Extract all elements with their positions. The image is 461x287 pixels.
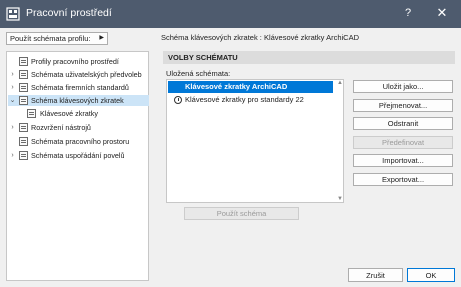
rename-button[interactable]: Přejmenovat...	[353, 99, 453, 112]
chevron-right-icon[interactable]: ›	[9, 82, 16, 93]
workspace-icon	[19, 137, 28, 146]
window-title: Pracovní prostředí	[26, 7, 112, 19]
tree-item-label: Schémata uspořádání povelů	[31, 151, 125, 160]
chevron-right-icon[interactable]: ›	[9, 150, 16, 161]
tree-item-label: Klávesové zkratky	[40, 109, 98, 118]
command-layout-icon	[19, 151, 28, 160]
breadcrumb: Schéma klávesových zkratek : Klávesové z…	[161, 33, 359, 42]
clock-icon	[174, 96, 182, 104]
tree-item-user-preferences[interactable]: › Schémata uživatelských předvoleb	[9, 69, 148, 80]
keyboard-icon	[19, 96, 28, 105]
apply-profile-schemes-button[interactable]: Použít schémata profilu: ▶	[6, 32, 108, 45]
triangle-right-icon: ▶	[99, 35, 104, 41]
help-button[interactable]: ?	[398, 5, 418, 21]
saved-schemes-list[interactable]: Klávesové zkratky ArchiCAD Klávesové zkr…	[166, 79, 344, 203]
scheme-options-header: VOLBY SCHÉMATU	[163, 51, 455, 64]
scheme-tree: Profily pracovního prostředí › Schémata …	[6, 51, 149, 281]
list-item-label: Klávesové zkratky ArchiCAD	[185, 82, 288, 91]
delete-button[interactable]: Odstranit	[353, 117, 453, 130]
close-button[interactable]: ✕	[432, 4, 452, 22]
cancel-button[interactable]: Zrušit	[348, 268, 403, 282]
preferences-icon	[19, 70, 28, 79]
tree-item-tool-layout[interactable]: › Rozvržení nástrojů	[9, 122, 148, 133]
list-item[interactable]: Klávesové zkratky pro standardy 22	[168, 94, 333, 106]
tree-item-company-standards[interactable]: › Schémata firemních standardů	[9, 82, 148, 93]
standards-icon	[19, 83, 28, 92]
tree-item-command-layout[interactable]: › Schémata uspořádání povelů	[9, 150, 148, 161]
chevron-right-icon[interactable]: ›	[9, 69, 16, 80]
toolbox-icon	[19, 123, 28, 132]
tree-item-workspace-schemes[interactable]: Schémata pracovního prostoru	[9, 136, 148, 147]
tree-item-label: Schémata pracovního prostoru	[31, 137, 130, 146]
saved-schemes-label: Uložená schémata:	[166, 69, 231, 78]
tree-item-shortcut-schemes[interactable]: ⌄ Schéma klávesových zkratek	[8, 95, 149, 106]
save-as-button[interactable]: Uložit jako...	[353, 80, 453, 93]
tree-item-keyboard-shortcuts[interactable]: Klávesové zkratky	[9, 108, 148, 119]
title-bar: Pracovní prostředí ? ✕	[0, 0, 461, 28]
export-button[interactable]: Exportovat...	[353, 173, 453, 186]
list-item[interactable]: Klávesové zkratky ArchiCAD	[168, 81, 333, 93]
redefine-button[interactable]: Předefinovat	[353, 136, 453, 149]
tree-item-label: Schémata firemních standardů	[31, 83, 129, 92]
list-item-label: Klávesové zkratky pro standardy 22	[185, 95, 304, 104]
tree-item-label: Profily pracovního prostředí	[31, 57, 119, 66]
profile-icon	[19, 57, 28, 66]
tree-item-label: Schémata uživatelských předvoleb	[31, 70, 142, 79]
shortcut-icon	[27, 109, 36, 118]
tree-item-label: Schéma klávesových zkratek	[31, 96, 124, 105]
import-button[interactable]: Importovat...	[353, 154, 453, 167]
chevron-right-icon[interactable]: ›	[9, 122, 16, 133]
app-icon	[6, 7, 20, 21]
apply-scheme-button[interactable]: Použít schéma	[184, 207, 299, 220]
apply-profile-schemes-label: Použít schémata profilu:	[10, 34, 91, 43]
tree-item-workspace-profiles[interactable]: Profily pracovního prostředí	[9, 56, 148, 67]
chevron-down-icon[interactable]: ⌄	[9, 95, 16, 106]
tree-item-label: Rozvržení nástrojů	[31, 123, 91, 132]
ok-button[interactable]: OK	[407, 268, 455, 282]
